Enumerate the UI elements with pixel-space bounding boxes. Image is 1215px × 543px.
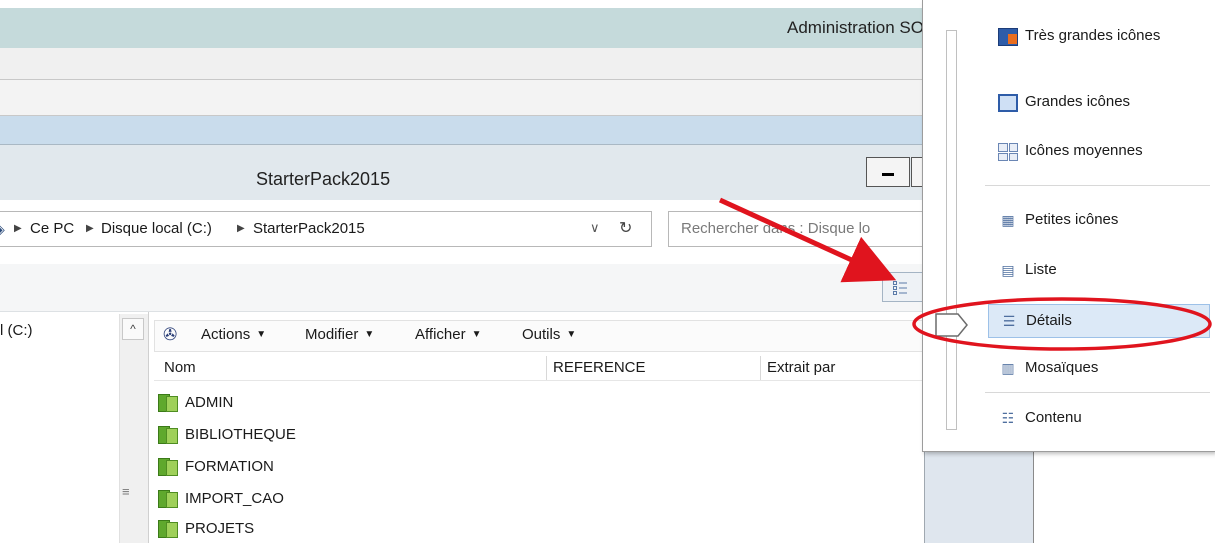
content-icon: ☷ xyxy=(1001,411,1015,427)
view-option-extra-large-icons[interactable]: Très grandes icônes xyxy=(988,20,1210,54)
column-header-reference[interactable]: REFERENCE xyxy=(553,359,646,376)
tiles-icon: ▥ xyxy=(1001,361,1015,377)
column-divider[interactable] xyxy=(546,356,547,380)
search-input[interactable]: Rechercher dans : Disque lo xyxy=(668,211,924,247)
folder-row[interactable]: FORMATION xyxy=(158,454,538,486)
folder-icon xyxy=(158,458,178,476)
nav-scrollbar[interactable] xyxy=(119,314,148,543)
side-panel-background xyxy=(924,452,1034,543)
folder-name: IMPORT_CAO xyxy=(185,490,284,507)
list-icon: ▤ xyxy=(1001,263,1015,279)
menu-afficher-label: Afficher xyxy=(415,326,466,343)
column-header-name[interactable]: Nom xyxy=(164,359,196,376)
chevron-down-icon: ▼ xyxy=(471,329,482,340)
popup-separator xyxy=(985,185,1210,186)
view-option-label: Petites icônes xyxy=(1025,211,1119,228)
menu-outils[interactable]: Outils ▼ xyxy=(522,326,576,343)
medium-icons-icon xyxy=(998,143,1018,161)
location-icon: ◈ xyxy=(0,221,5,238)
menu-actions-label: Actions xyxy=(201,326,251,343)
view-option-tiles[interactable]: ▥ Mosaïques xyxy=(988,352,1210,386)
folder-icon xyxy=(158,520,178,538)
column-header-extracted-by[interactable]: Extrait par xyxy=(767,359,835,376)
menu-afficher[interactable]: Afficher ▼ xyxy=(415,326,482,343)
folder-row[interactable]: IMPORT_CAO xyxy=(158,486,538,518)
menu-modifier[interactable]: Modifier ▼ xyxy=(305,326,374,343)
app-menu-bar xyxy=(0,48,924,80)
view-option-label: Mosaïques xyxy=(1025,359,1099,376)
pdm-logo-icon: ✇ xyxy=(163,325,178,344)
view-option-details[interactable]: ☰ Détails xyxy=(988,304,1210,338)
nav-item-local-disk[interactable]: l (C:) xyxy=(0,322,33,339)
menu-actions[interactable]: Actions ▼ xyxy=(201,326,266,343)
view-size-slider-track[interactable] xyxy=(946,30,957,430)
app-ribbon-strip xyxy=(0,116,924,144)
view-option-medium-icons[interactable]: Icônes moyennes xyxy=(988,135,1210,169)
explorer-window-title: StarterPack2015 xyxy=(256,169,391,189)
details-view-icon xyxy=(893,281,907,295)
breadcrumb-local-disk[interactable]: Disque local (C:) xyxy=(101,220,212,237)
view-size-slider-thumb[interactable] xyxy=(934,312,970,338)
extra-large-icons-icon xyxy=(998,28,1018,46)
view-option-label: Liste xyxy=(1025,261,1057,278)
breadcrumb-this-pc[interactable]: Ce PC xyxy=(30,220,74,237)
scroll-up-icon[interactable]: ^ xyxy=(122,318,144,340)
folder-row[interactable]: ADMIN xyxy=(158,390,538,422)
view-option-label: Grandes icônes xyxy=(1025,93,1131,110)
breadcrumb-starterpack[interactable]: StarterPack2015 xyxy=(253,220,365,237)
folder-icon xyxy=(158,426,178,444)
column-divider[interactable] xyxy=(760,356,761,380)
chevron-down-icon: ▼ xyxy=(364,329,375,340)
details-icon: ☰ xyxy=(1002,314,1016,330)
scroll-grip-icon[interactable]: ≡ xyxy=(122,484,130,499)
folder-row[interactable]: BIBLIOTHEQUE xyxy=(158,422,538,454)
folder-icon xyxy=(158,490,178,508)
small-icons-icon: ▦ xyxy=(1001,213,1015,229)
change-view-button[interactable] xyxy=(882,272,924,302)
view-option-content[interactable]: ☷ Contenu xyxy=(988,402,1210,436)
menu-outils-label: Outils xyxy=(522,326,561,343)
app-title-bar: Administration SO xyxy=(0,8,924,48)
folder-name: PROJETS xyxy=(185,520,255,537)
breadcrumb-chevron-icon[interactable]: ▶ xyxy=(14,223,22,234)
folder-icon xyxy=(158,394,178,412)
address-dropdown-icon[interactable]: ∨ xyxy=(590,220,600,236)
explorer-title-bar xyxy=(0,144,924,200)
search-placeholder: Rechercher dans : Disque lo xyxy=(681,220,871,237)
view-option-small-icons[interactable]: ▦ Petites icônes xyxy=(988,204,1210,238)
command-bar xyxy=(0,264,924,312)
folder-name: ADMIN xyxy=(185,394,234,411)
view-option-large-icons[interactable]: Grandes icônes xyxy=(988,86,1210,120)
breadcrumb-chevron-icon[interactable]: ▶ xyxy=(237,223,245,234)
popup-separator xyxy=(985,392,1210,393)
view-option-label: Détails xyxy=(1026,312,1072,329)
folder-name: FORMATION xyxy=(185,458,274,475)
view-option-label: Contenu xyxy=(1025,409,1082,426)
breadcrumb-chevron-icon[interactable]: ▶ xyxy=(86,223,94,234)
view-option-label: Très grandes icônes xyxy=(1025,27,1161,44)
refresh-icon[interactable]: ↻ xyxy=(619,218,632,238)
large-icons-icon xyxy=(998,94,1018,112)
menu-modifier-label: Modifier xyxy=(305,326,359,343)
folder-row[interactable]: PROJETS xyxy=(158,516,538,543)
view-option-label: Icônes moyennes xyxy=(1025,142,1143,159)
chevron-down-icon: ▼ xyxy=(566,329,577,340)
app-title: Administration SO xyxy=(787,18,924,37)
folder-name: BIBLIOTHEQUE xyxy=(185,426,296,443)
chevron-down-icon: ▼ xyxy=(256,329,267,340)
minimize-button[interactable] xyxy=(866,157,910,187)
view-option-list[interactable]: ▤ Liste xyxy=(988,254,1210,288)
side-panel-border xyxy=(1033,452,1034,543)
app-toolbar xyxy=(0,80,924,116)
